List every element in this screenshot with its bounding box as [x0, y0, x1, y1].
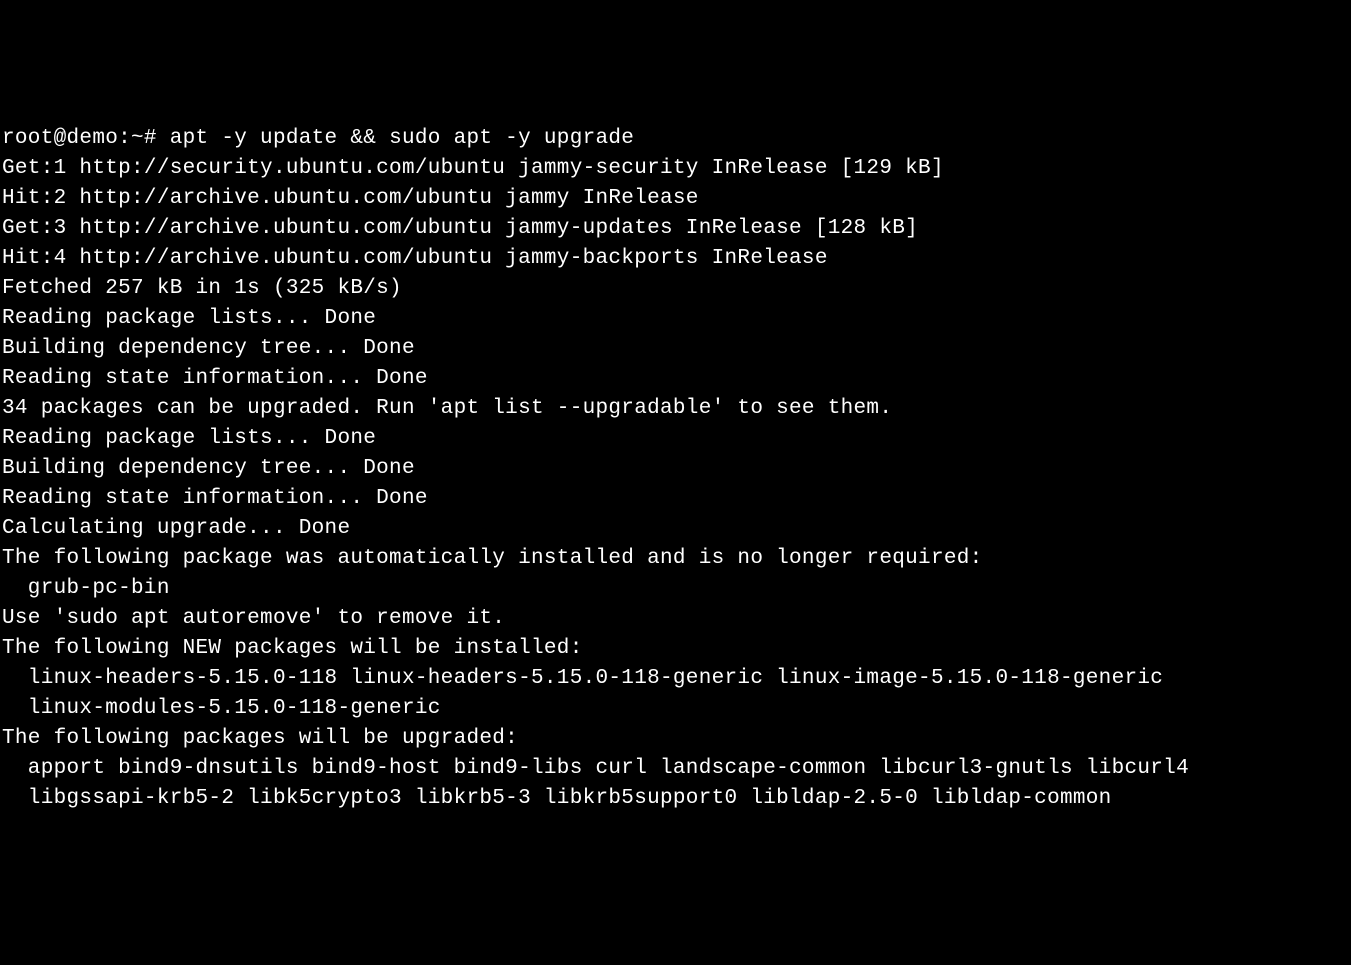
output-line: Building dependency tree... Done — [2, 337, 415, 360]
output-line: apport bind9-dnsutils bind9-host bind9-l… — [2, 757, 1189, 780]
output-line: libgssapi-krb5-2 libk5crypto3 libkrb5-3 … — [2, 787, 1112, 810]
output-line: Building dependency tree... Done — [2, 457, 415, 480]
output-line: Fetched 257 kB in 1s (325 kB/s) — [2, 277, 402, 300]
prompt-text: root@demo:~# — [2, 127, 170, 150]
output-line: linux-headers-5.15.0-118 linux-headers-5… — [2, 667, 1163, 690]
output-line: The following packages will be upgraded: — [2, 727, 518, 750]
output-line: Calculating upgrade... Done — [2, 517, 350, 540]
output-line: Hit:2 http://archive.ubuntu.com/ubuntu j… — [2, 187, 699, 210]
output-line: Reading package lists... Done — [2, 307, 376, 330]
terminal-prompt: root@demo:~# apt -y update && sudo apt -… — [2, 127, 634, 150]
output-line: 34 packages can be upgraded. Run 'apt li… — [2, 397, 892, 420]
output-line: Reading state information... Done — [2, 487, 428, 510]
terminal-output[interactable]: root@demo:~# apt -y update && sudo apt -… — [2, 124, 1349, 814]
command-text: apt -y update && sudo apt -y upgrade — [170, 127, 634, 150]
output-line: Get:1 http://security.ubuntu.com/ubuntu … — [2, 157, 944, 180]
output-line: The following NEW packages will be insta… — [2, 637, 583, 660]
output-line: linux-modules-5.15.0-118-generic — [2, 697, 441, 720]
output-line: The following package was automatically … — [2, 547, 983, 570]
output-line: Hit:4 http://archive.ubuntu.com/ubuntu j… — [2, 247, 828, 270]
output-line: Get:3 http://archive.ubuntu.com/ubuntu j… — [2, 217, 918, 240]
output-line: Reading package lists... Done — [2, 427, 376, 450]
output-line: Reading state information... Done — [2, 367, 428, 390]
output-line: grub-pc-bin — [2, 577, 170, 600]
output-line: Use 'sudo apt autoremove' to remove it. — [2, 607, 505, 630]
